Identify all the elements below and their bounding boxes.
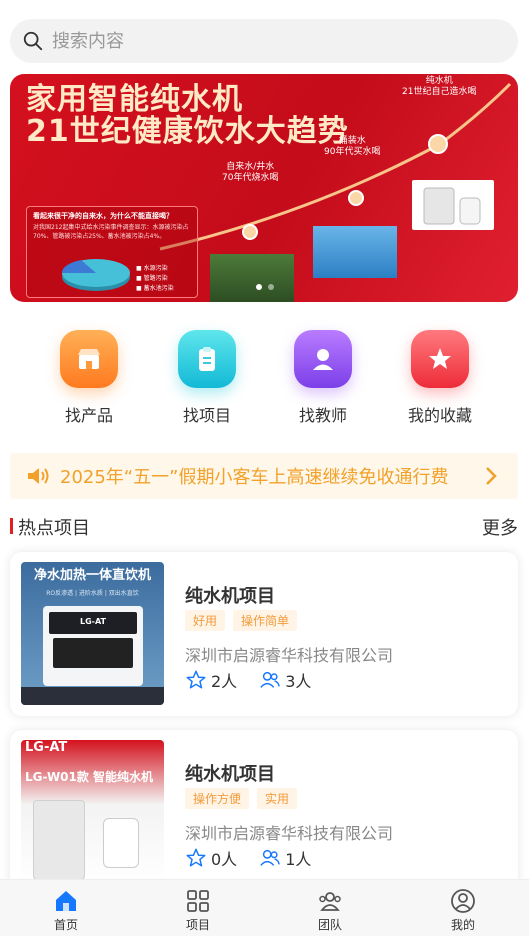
purifier-photo [412, 180, 494, 230]
favorites-count: 0人 [211, 850, 238, 869]
tab-team[interactable]: 团队 [264, 880, 396, 936]
project-tag: 好用 [185, 610, 226, 631]
more-link[interactable]: 更多 [482, 514, 518, 540]
nav-label: 我的收藏 [407, 406, 472, 425]
shop-icon [60, 330, 118, 388]
project-tag: 操作简单 [233, 610, 298, 631]
chevron-right-icon[interactable] [484, 465, 498, 487]
search-icon [23, 31, 43, 51]
project-tags: 好用 操作简单 [185, 610, 298, 631]
tab-home[interactable]: 首页 [0, 880, 132, 936]
nav-label: 找项目 [182, 406, 231, 425]
notice-text: 2025年“五一”假期小客车上高速继续免收通行费 [60, 467, 449, 488]
search-input[interactable] [52, 30, 472, 52]
project-name: 纯水机项目 [185, 586, 275, 607]
tab-label: 团队 [317, 918, 342, 932]
tab-label: 我的 [450, 918, 475, 932]
thumbnail-brand: LG-AT [79, 617, 106, 626]
nav-find-projects[interactable]: 找项目 [152, 330, 262, 426]
milestone-1: 自来水/井水 70年代烧水喝 [222, 162, 279, 183]
project-stats: 2人 3人 [185, 668, 333, 692]
project-thumbnail: LG-AT LG-W01款 智能纯水机 [21, 740, 164, 883]
star-outline-icon[interactable] [185, 669, 207, 691]
thumbnail-brand: LG-AT [25, 740, 68, 755]
clipboard-icon [178, 330, 236, 388]
members-count: 1人 [285, 850, 312, 869]
speaker-icon [28, 468, 49, 484]
carousel-dots[interactable] [256, 284, 274, 290]
nav-label: 找教师 [298, 406, 347, 425]
tab-label: 项目 [185, 918, 210, 932]
star-icon [411, 330, 469, 388]
kettle-image [103, 818, 139, 868]
search-bar[interactable] [10, 19, 518, 63]
project-name: 纯水机项目 [185, 764, 275, 785]
nav-find-products[interactable]: 找产品 [34, 330, 144, 426]
star-outline-icon[interactable] [185, 847, 207, 869]
section-accent-bar [10, 518, 13, 534]
team-icon [319, 892, 341, 911]
tab-label: 首页 [53, 918, 78, 932]
thumbnail-subtitle: RO反渗透 | 进阶水质 | 双出水直饮 [46, 590, 139, 597]
promo-banner[interactable]: 家用智能纯水机 21世纪健康饮水大趋势 自来水/井水 70年代烧水喝 桶装水 90年… [10, 74, 518, 302]
well-water-photo [210, 254, 294, 302]
nav-find-teachers[interactable]: 找教师 [268, 330, 378, 426]
thumbnail-title: 净水加热一体直饮机 [33, 568, 151, 583]
pie-legend: ■ 水源污染 ■ 管路污染 ■ 蓄水池污染 [136, 265, 174, 292]
nav-my-favorites[interactable]: 我的收藏 [385, 330, 495, 426]
nav-label: 找产品 [64, 406, 113, 425]
dispenser-image: LG-AT [43, 606, 143, 686]
notice-bar[interactable]: 2025年“五一”假期小客车上高速继续免收通行费 [10, 453, 518, 499]
water-bottles-photo [313, 226, 397, 278]
company-name: 深圳市启源睿华科技有限公司 [185, 824, 394, 843]
tab-mine[interactable]: 我的 [397, 880, 529, 936]
project-tags: 操作方便 实用 [185, 788, 298, 809]
favorites-count: 2人 [211, 672, 238, 691]
profile-icon [451, 889, 475, 913]
company-name: 深圳市启源睿华科技有限公司 [185, 646, 394, 665]
thumbnail-title: LG-W01款 智能纯水机 [25, 770, 154, 784]
project-thumbnail: 净水加热一体直饮机 RO反渗透 | 进阶水质 | 双出水直饮 LG-AT [21, 562, 164, 705]
quick-nav: 找产品 找项目 找教师 我的收藏 [0, 330, 529, 440]
home-icon [56, 891, 76, 911]
project-tag: 实用 [257, 788, 298, 809]
milestone-2: 桶装水 90年代买水喝 [324, 136, 381, 157]
grid-icon [187, 890, 209, 912]
milestone-3: 纯水机 21世纪自己造水喝 [402, 76, 477, 97]
user-icon [294, 330, 352, 388]
project-card[interactable]: LG-AT LG-W01款 智能纯水机 纯水机项目 操作方便 实用 深圳市启源睿… [10, 730, 518, 894]
purifier-image [33, 800, 85, 880]
members-icon [260, 849, 281, 866]
tab-projects[interactable]: 项目 [132, 880, 264, 936]
project-card[interactable]: 净水加热一体直饮机 RO反渗透 | 进阶水质 | 双出水直饮 LG-AT 纯水机… [10, 552, 518, 716]
carousel-dot[interactable] [268, 284, 274, 290]
pie-chart-icon [61, 259, 130, 291]
bottom-tab-bar: 首页 项目 团队 我的 [0, 879, 529, 936]
hot-projects-header: 热点项目 更多 [10, 514, 518, 540]
carousel-dot[interactable] [256, 284, 262, 290]
members-count: 3人 [285, 672, 312, 691]
project-stats: 0人 1人 [185, 846, 333, 870]
project-tag: 操作方便 [185, 788, 250, 809]
section-title: 热点项目 [18, 518, 90, 539]
members-icon [260, 671, 281, 688]
